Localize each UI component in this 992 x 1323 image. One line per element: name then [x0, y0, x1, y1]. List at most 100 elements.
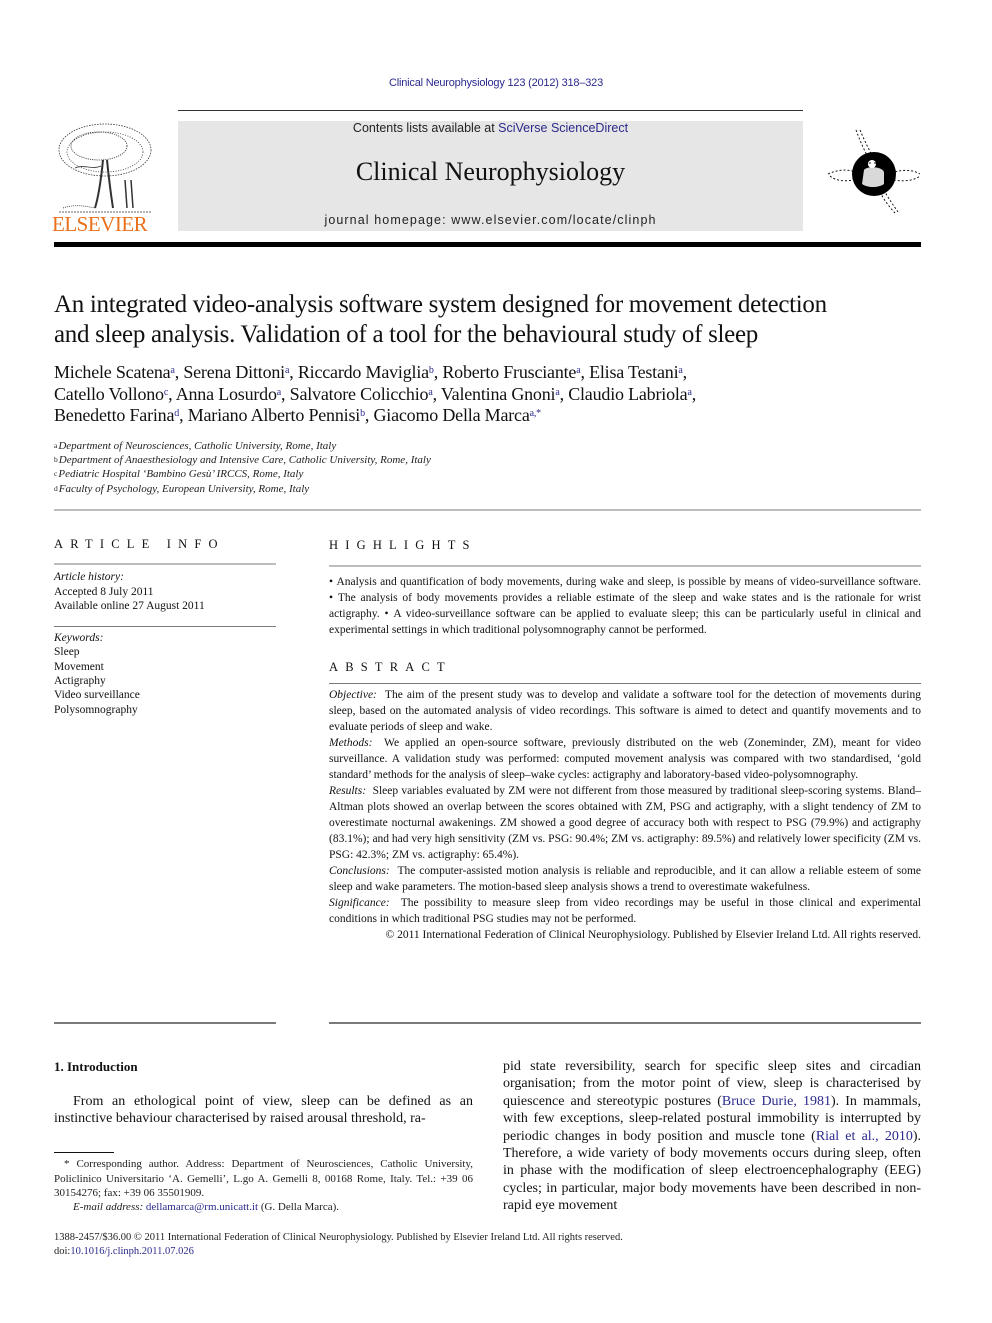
contents-line: Contents lists available at SciVerse Sci…	[178, 121, 803, 135]
abstract-objective: Objective: The aim of the present study …	[329, 687, 921, 735]
affiliation-marker[interactable]: d	[174, 408, 179, 419]
affiliation-key: a	[54, 441, 58, 450]
abstract-text: The aim of the present study was to deve…	[329, 689, 922, 733]
author-separator: ,	[432, 383, 441, 404]
author-list: Michele Scatenaa, Serena Dittonia, Ricca…	[54, 362, 924, 427]
article-title: An integrated video-analysis software sy…	[54, 290, 924, 350]
affiliation-marker[interactable]: a	[555, 387, 559, 398]
author: Catello Vollono	[54, 383, 164, 404]
affiliation-key: b	[54, 455, 58, 465]
abstract-text: The possibility to measure sleep from vi…	[329, 897, 921, 925]
author-separator: ,	[289, 362, 298, 382]
highlights-body: • Analysis and quantification of body mo…	[329, 574, 921, 638]
author-separator: ,	[682, 362, 688, 382]
author-separator: ,	[168, 383, 176, 404]
highlight-item: Analysis and quantification of body move…	[336, 576, 921, 588]
online-date: Available online 27 August 2011	[54, 599, 205, 612]
elsevier-wordmark: ELSEVIER	[52, 212, 148, 236]
author-line-1: Michele Scatenaa, Serena Dittonia, Ricca…	[54, 362, 924, 384]
abstract-label: Conclusions:	[329, 865, 390, 877]
keywords: Keywords: Sleep Movement Actigraphy Vide…	[54, 631, 276, 717]
affiliation-item: aDepartment of Neurosciences, Catholic U…	[54, 439, 654, 453]
author-line-2: Catello Vollonoc, Anna Losurdoa, Salvato…	[54, 384, 924, 406]
author-separator: ,	[364, 405, 374, 425]
highlight-item: A video-surveillance software can be app…	[329, 608, 922, 636]
info-bottom-rule	[54, 1022, 276, 1024]
affiliation-marker[interactable]: b	[429, 365, 434, 376]
author: Anna Losurdo	[175, 383, 277, 404]
homepage-line: journal homepage: www.elsevier.com/locat…	[178, 213, 803, 227]
affiliation-item: cPediatric Hospital ‘Bambino Gesù’ IRCCS…	[54, 467, 654, 481]
author: Roberto Frusciante	[442, 362, 577, 382]
bullet-icon: •	[329, 576, 334, 588]
introduction-heading: 1. Introduction	[54, 1059, 138, 1074]
affiliation-item: bDepartment of Anaesthesiology and Inten…	[54, 453, 654, 467]
keyword: Polysomnography	[54, 703, 138, 716]
affiliation-marker[interactable]: b	[360, 408, 365, 419]
affiliation-marker[interactable]: a	[277, 387, 281, 398]
journal-title: Clinical Neurophysiology	[355, 157, 626, 186]
affiliation-text: Pediatric Hospital ‘Bambino Gesù’ IRCCS,…	[58, 468, 304, 481]
abstract-label: Significance:	[329, 897, 390, 909]
issn-line: 1388-2457/$36.00 © 2011 International Fe…	[54, 1232, 623, 1243]
abstract-bottom-rule	[329, 1022, 921, 1024]
introduction-paragraph-left: From an ethological point of view, sleep…	[54, 1094, 473, 1127]
author-separator: ,	[281, 383, 290, 404]
email-suffix: (G. Della Marca).	[258, 1201, 339, 1213]
doi-link[interactable]: 10.1016/j.clinph.2011.07.026	[70, 1246, 194, 1257]
bullet-icon: •	[329, 592, 334, 604]
abstract-text: We applied an open-source software, prev…	[329, 737, 922, 781]
article-title-line-2: and sleep analysis. Validation of a tool…	[54, 321, 758, 348]
introduction-paragraph-right: pid state reversibility, search for spec…	[503, 1058, 921, 1215]
keyword: Actigraphy	[54, 675, 106, 688]
abstract-label: Objective:	[329, 689, 377, 701]
article-history: Article history: Accepted 8 July 2011 Av…	[54, 570, 276, 613]
footnote-rule	[54, 1152, 114, 1153]
highlights-abstract: HIGHLIGHTS • Analysis and quantification…	[329, 537, 921, 943]
author: Serena Dittoni	[183, 362, 285, 382]
abstract-text: Sleep variables evaluated by ZM were not…	[329, 785, 921, 861]
email-link[interactable]: dellamarca@rm.unicatt.it	[146, 1201, 258, 1213]
keyword: Movement	[54, 660, 104, 673]
abstract-rule	[329, 683, 921, 684]
author: Elisa Testani	[589, 362, 679, 382]
affiliation-marker[interactable]: a	[428, 387, 432, 398]
abstract-methods: Methods: We applied an open-source softw…	[329, 735, 921, 783]
highlights-heading: HIGHLIGHTS	[329, 538, 477, 552]
affiliation-marker[interactable]: a	[576, 365, 580, 376]
masthead-rule	[54, 242, 921, 247]
affiliation-key: d	[54, 483, 58, 493]
abstract-label: Results:	[329, 785, 367, 797]
abstract-copyright: © 2011 International Federation of Clini…	[385, 929, 922, 941]
affiliation-marker[interactable]: a	[687, 387, 691, 398]
bullet-icon: •	[384, 608, 389, 620]
affiliation-marker[interactable]: c	[164, 387, 168, 398]
affiliation-key: c	[54, 469, 58, 479]
author: Benedetto Farina	[54, 405, 175, 425]
society-globe-logo-icon	[827, 129, 921, 215]
keywords-rule	[54, 626, 276, 628]
affiliation-marker[interactable]: a	[678, 365, 682, 376]
citation-link[interactable]: Bruce Durie, 1981	[722, 1094, 831, 1109]
affiliation-marker[interactable]: a,*	[530, 408, 542, 419]
accepted-date: Accepted 8 July 2011	[54, 585, 154, 598]
affiliation-marker[interactable]: a	[285, 365, 289, 376]
article-info-rule	[54, 563, 276, 566]
header-rule	[178, 110, 803, 111]
abstract-heading: ABSTRACT	[329, 660, 452, 674]
history-label: Article history:	[54, 571, 124, 584]
keywords-label: Keywords:	[54, 632, 104, 645]
affiliation-text: Department of Neurosciences, Catholic Un…	[58, 440, 337, 452]
citation-link[interactable]: Rial et al., 2010	[816, 1129, 913, 1144]
article-title-line-1: An integrated video-analysis software sy…	[54, 291, 827, 318]
abstract-significance: Significance: The possibility to measure…	[329, 895, 921, 927]
journal-citation[interactable]: Clinical Neurophysiology 123 (2012) 318–…	[0, 77, 992, 89]
author: Michele Scatena	[54, 362, 171, 382]
abstract-conclusions: Conclusions: The computer-assisted motio…	[329, 863, 921, 895]
author: Salvatore Colicchio	[289, 383, 429, 404]
abstract-text: The computer-assisted motion analysis is…	[329, 865, 921, 893]
author-separator: ,	[580, 362, 590, 382]
sciencedirect-link[interactable]: SciVerse ScienceDirect	[498, 121, 628, 135]
affiliation-marker[interactable]: a	[170, 365, 174, 376]
homepage-link[interactable]: www.elsevier.com/locate/clinph	[451, 213, 656, 227]
